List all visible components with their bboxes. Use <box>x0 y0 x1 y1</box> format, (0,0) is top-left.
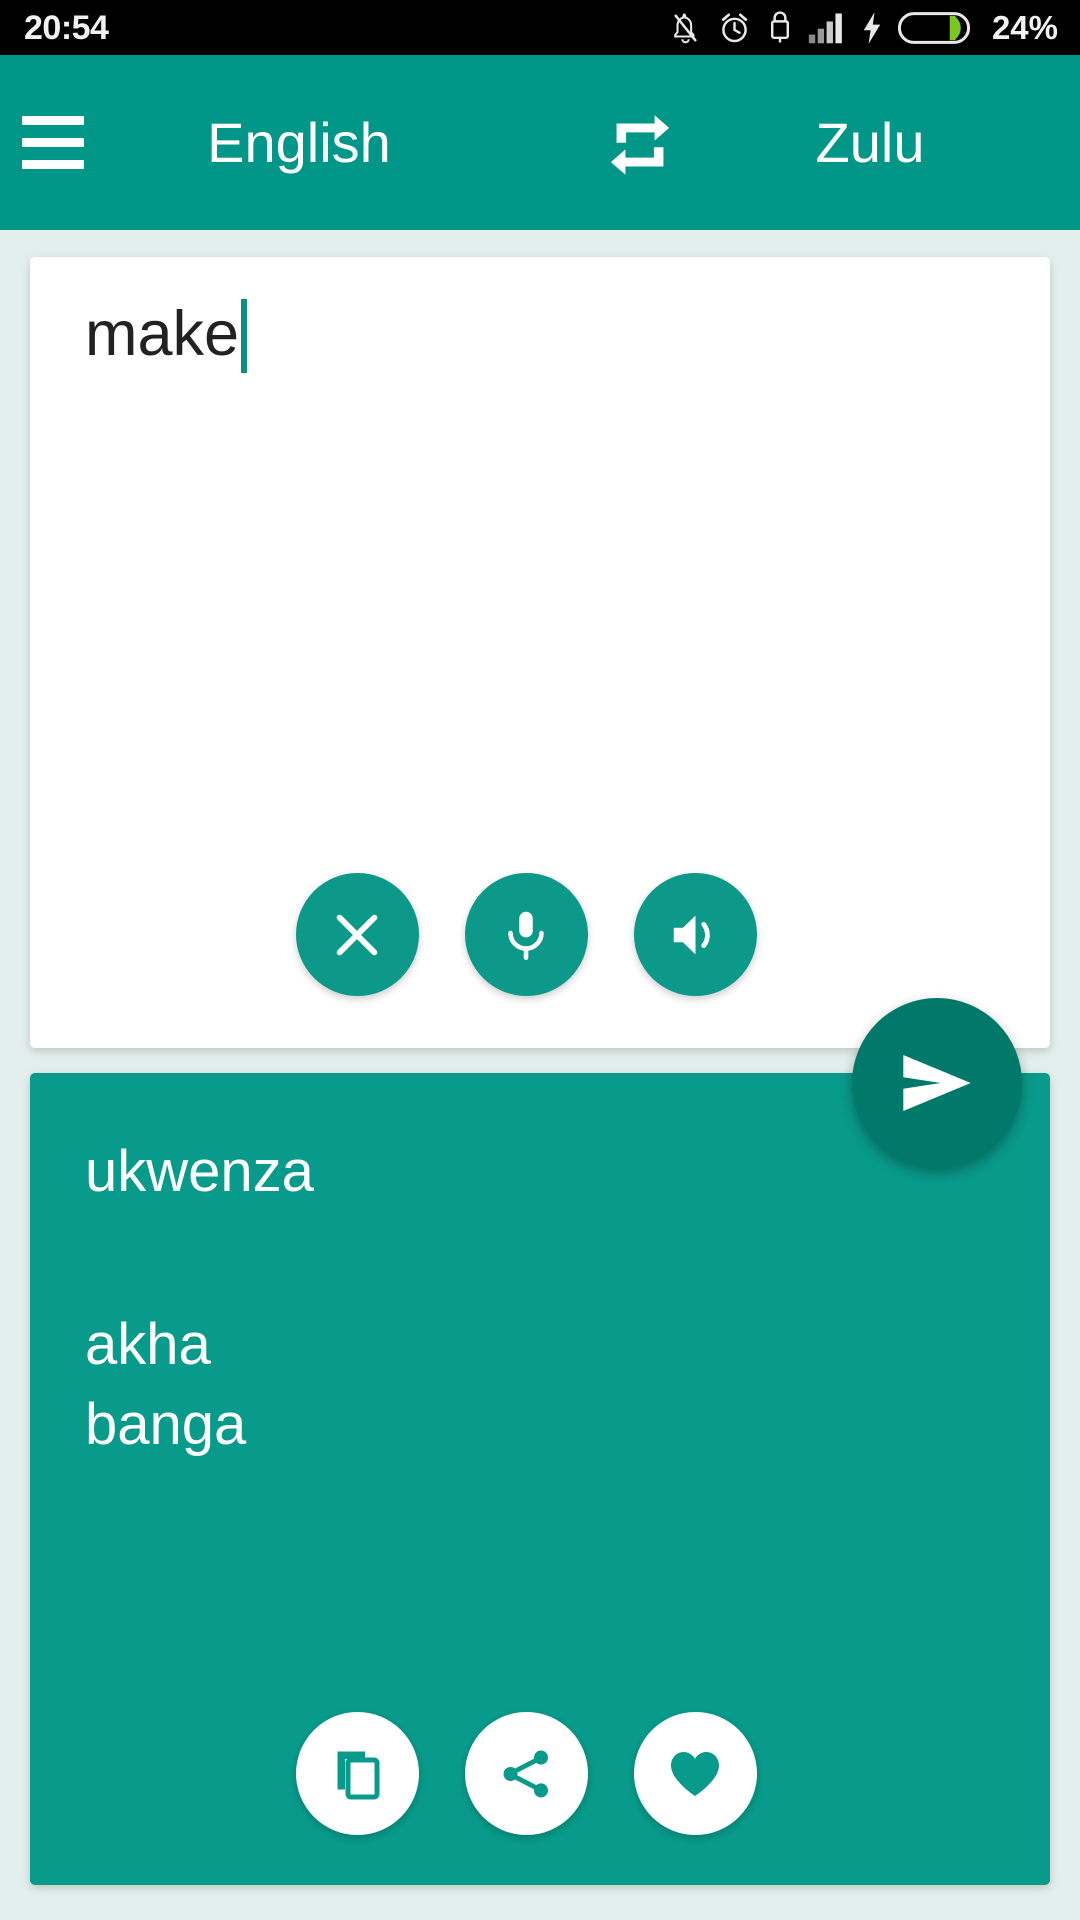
translation-text[interactable]: ukwenza akha banga <box>85 1143 1005 1454</box>
microphone-icon <box>508 911 544 960</box>
battery-percent-label: 24% <box>991 9 1058 46</box>
app-bar: English Zulu <box>0 55 1080 230</box>
translation-alternative: banga <box>85 1392 247 1457</box>
heart-icon <box>671 1751 719 1796</box>
menu-line <box>22 160 84 169</box>
send-icon <box>903 1055 971 1111</box>
text-cursor <box>241 299 248 373</box>
listen-source-button[interactable] <box>633 873 757 996</box>
share-button[interactable] <box>464 1712 588 1835</box>
status-clock: 20:54 <box>24 8 109 47</box>
copy-button[interactable] <box>295 1712 419 1835</box>
translation-alternative: akha <box>85 1312 211 1377</box>
source-action-bar <box>30 873 1050 996</box>
menu-line <box>22 116 84 125</box>
usb-lock-icon <box>770 10 789 42</box>
menu-line <box>22 138 84 147</box>
signal-bars-icon <box>808 12 842 43</box>
speaker-icon <box>673 915 710 954</box>
target-language-selector[interactable]: Zulu <box>816 114 925 171</box>
battery-icon <box>897 11 970 44</box>
charging-bolt-icon <box>863 11 881 44</box>
copy-icon <box>337 1751 380 1800</box>
voice-input-button[interactable] <box>464 873 588 996</box>
source-text-card: make <box>30 257 1050 1048</box>
target-language-container: Zulu <box>660 55 1080 230</box>
alarm-icon <box>721 12 748 42</box>
translate-send-button[interactable] <box>852 998 1022 1168</box>
source-text-value: make <box>85 299 240 369</box>
notifications-off-icon <box>674 12 697 43</box>
source-language-selector[interactable]: English <box>207 114 391 171</box>
translation-blank-line <box>85 1201 1005 1316</box>
share-icon <box>503 1750 548 1797</box>
source-text-input[interactable]: make <box>85 299 1010 373</box>
app-screen: 20:54 24% English Zulu make ukwenza akha… <box>0 0 1080 1920</box>
clear-button[interactable] <box>295 873 419 996</box>
favorite-button[interactable] <box>633 1712 757 1835</box>
status-icon-group: 24% <box>669 10 1058 46</box>
translation-primary: ukwenza <box>85 1139 314 1204</box>
hamburger-menu-icon[interactable] <box>22 108 142 177</box>
close-icon <box>336 914 378 955</box>
translation-action-bar <box>30 1712 1050 1835</box>
translation-result-card: ukwenza akha banga <box>30 1073 1050 1885</box>
status-bar: 20:54 24% <box>0 0 1080 55</box>
